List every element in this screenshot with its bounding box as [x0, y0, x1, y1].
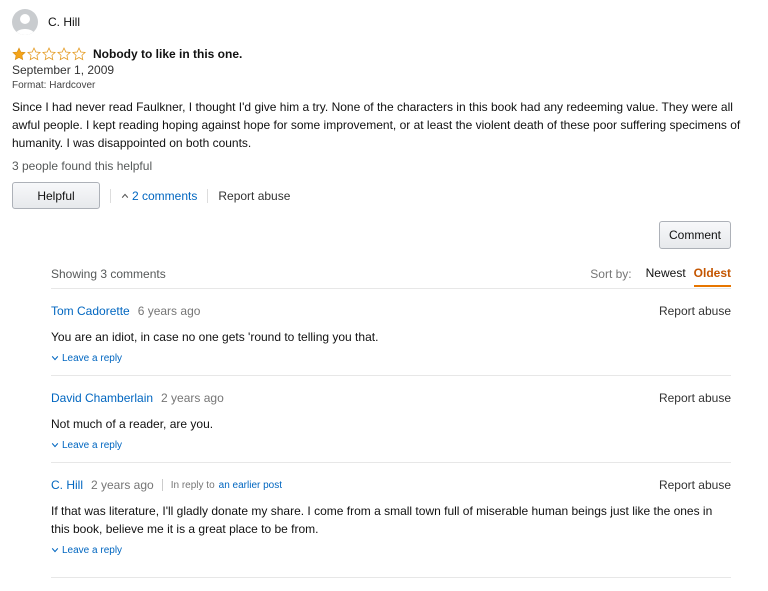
rating-row: Nobody to like in this one. — [12, 47, 758, 61]
in-reply-to-label: In reply to — [170, 479, 215, 491]
comment-time: 2 years ago — [91, 478, 154, 492]
review-actions: Helpful 2 comments Report abuse — [12, 182, 758, 209]
report-abuse-link[interactable]: Report abuse — [659, 478, 731, 492]
earlier-post-link[interactable]: an earlier post — [219, 480, 282, 491]
report-abuse-link[interactable]: Report abuse — [218, 189, 290, 203]
comment-header: C. Hill 2 years ago In reply to an earli… — [51, 477, 731, 493]
leave-reply-link[interactable]: Leave a reply — [51, 438, 731, 452]
report-abuse-link[interactable]: Report abuse — [659, 304, 731, 318]
comments-header: Showing 3 comments Sort by: Newest Oldes… — [51, 259, 731, 289]
star-empty-icon — [27, 47, 41, 61]
divider — [207, 188, 209, 203]
comment-text: If that was literature, I'll gladly dona… — [51, 504, 713, 536]
review-format: Format: Hardcover — [12, 80, 96, 91]
sort-oldest[interactable]: Oldest — [693, 266, 731, 287]
helpful-count: 3 people found this helpful — [12, 159, 153, 173]
sort-control: Sort by: Newest Oldest — [590, 263, 731, 287]
helpful-button[interactable]: Helpful — [12, 182, 100, 209]
comments-count-label: 2 comments — [132, 188, 198, 203]
report-abuse-link[interactable]: Report abuse — [659, 391, 731, 405]
sort-newest[interactable]: Newest — [646, 266, 686, 287]
comment-item: David Chamberlain 2 years ago Report abu… — [51, 376, 731, 463]
leave-reply-link[interactable]: Leave a reply — [51, 543, 731, 557]
chevron-down-icon — [51, 356, 59, 361]
divider — [161, 479, 163, 491]
comment-item: C. Hill 2 years ago In reply to an earli… — [51, 463, 731, 578]
comment-author-link[interactable]: C. Hill — [51, 478, 83, 492]
comments-toggle-link[interactable]: 2 comments — [121, 189, 197, 203]
comment-header: David Chamberlain 2 years ago Report abu… — [51, 390, 731, 406]
review-card: C. Hill Nobody to like in this one. Sept… — [12, 8, 758, 209]
chevron-down-icon — [51, 548, 59, 553]
leave-reply-label: Leave a reply — [62, 352, 123, 364]
leave-reply-label: Leave a reply — [62, 544, 123, 556]
comment-time: 2 years ago — [161, 391, 224, 405]
review-date: September 1, 2009 — [12, 63, 115, 77]
divider — [110, 188, 111, 203]
star-empty-icon — [57, 47, 71, 61]
comment-author-link[interactable]: Tom Cadorette — [51, 304, 130, 318]
star-filled-icon — [12, 47, 26, 61]
avatar[interactable] — [12, 9, 38, 35]
sort-label: Sort by: — [590, 266, 632, 281]
comment-author-link[interactable]: David Chamberlain — [51, 391, 153, 405]
comment-time: 6 years ago — [137, 304, 201, 318]
leave-reply-link[interactable]: Leave a reply — [51, 351, 731, 365]
review-body: Since I had never read Faulkner, I thoug… — [12, 100, 741, 150]
comments-section: Showing 3 comments Sort by: Newest Oldes… — [51, 259, 731, 578]
star-empty-icon — [72, 47, 86, 61]
comments-count: Showing 3 comments — [51, 266, 166, 281]
comment-header: Tom Cadorette 6 years ago Report abuse — [51, 303, 731, 319]
comment-text: You are an idiot, in case no one gets 'r… — [51, 330, 379, 344]
review-title[interactable]: Nobody to like in this one. — [93, 47, 242, 61]
chevron-down-icon — [51, 443, 59, 448]
comment-text: Not much of a reader, are you. — [51, 417, 214, 431]
star-empty-icon — [42, 47, 56, 61]
chevron-up-icon — [121, 193, 129, 198]
leave-reply-label: Leave a reply — [62, 439, 123, 451]
comment-button[interactable]: Comment — [659, 221, 731, 249]
review-author-row: C. Hill — [12, 8, 758, 36]
review-author-name[interactable]: C. Hill — [48, 15, 80, 29]
star-rating — [12, 47, 87, 61]
comment-item: Tom Cadorette 6 years ago Report abuse Y… — [51, 289, 731, 376]
